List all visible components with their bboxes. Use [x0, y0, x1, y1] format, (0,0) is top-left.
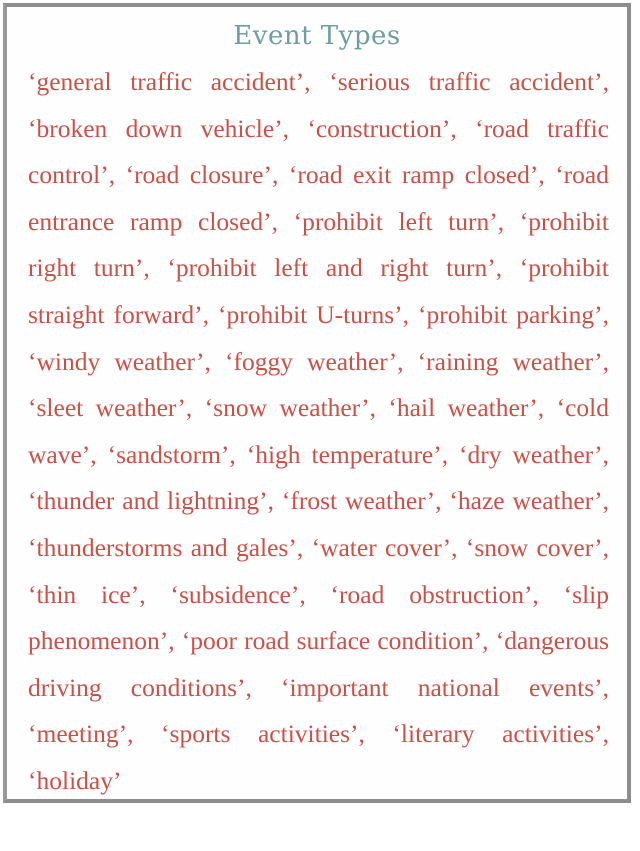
- event-type-list: ‘general traffic accident’, ‘serious tra…: [28, 67, 609, 795]
- figure-content-area: Event Types ‘general traffic accident’, …: [7, 7, 627, 799]
- figure-frame: Event Types ‘general traffic accident’, …: [3, 3, 631, 803]
- figure-title: Event Types: [233, 21, 401, 51]
